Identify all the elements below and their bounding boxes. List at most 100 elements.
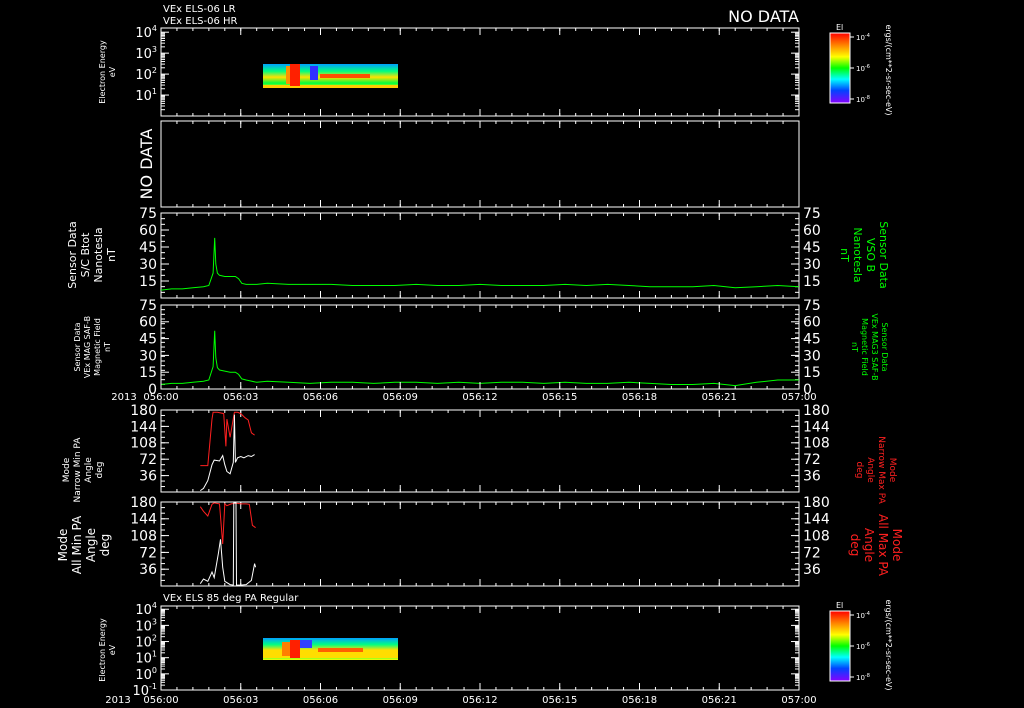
header-no-data: NO DATA: [728, 7, 799, 26]
log-ytick-label: 101: [135, 650, 157, 667]
log-ytick-exp: 4: [152, 24, 157, 33]
colorbar-tick-base: 10: [856, 96, 865, 104]
colorbar-tick-exp: -8: [865, 673, 870, 679]
mag-btot-left-label-4: nT: [105, 248, 118, 262]
all-pa-left-label-4: deg: [98, 534, 112, 557]
log-ytick-exp: 1: [152, 87, 157, 96]
log-ytick-label: 103: [135, 617, 157, 634]
xtick-label: 056:03: [223, 695, 258, 706]
spectrogram-top-gap: [310, 66, 318, 80]
xtick-label: 056:12: [462, 695, 497, 706]
narrow-pa-right-label-4: deg: [854, 462, 864, 479]
mag-safb-series-line: [160, 330, 799, 387]
ytick-label-left: 60: [139, 315, 157, 331]
narrow-pa-right-label-1: Mode: [887, 458, 897, 483]
spectrogram-bottom-stripe: [318, 648, 363, 652]
colorbar-tick-base: 10: [856, 674, 865, 682]
narrow-max-pa-line: [200, 411, 255, 467]
log-ytick-base: 10: [135, 68, 152, 83]
narrow-pa-left-label-2: Narrow Min PA: [73, 437, 83, 503]
xtick-label: 056:12: [462, 392, 497, 403]
spectrogram-bottom-ylabel-2: eV: [108, 644, 117, 655]
x-axis-1-ticks: 056:00 056:03 056:06 056:09 056:12 056:15 056:…: [143, 28, 817, 690]
colorbar-top-units: ergs/(cm**2-sr-sec-eV): [884, 24, 893, 115]
log-ytick-exp: 2: [152, 66, 157, 75]
log-ytick-label: 104: [135, 601, 157, 618]
colorbar-top-bar: [829, 32, 851, 104]
mag-safb-left-label-3: Magnetic Field: [93, 318, 102, 376]
ytick-label-left: 180: [130, 403, 157, 419]
x-axis-1-year: 2013: [111, 392, 136, 403]
ytick-label-left: 60: [139, 223, 157, 239]
mag-safb-right-label-2: VEx MAG3 SAF-B: [870, 313, 879, 380]
log-ytick-label: 101: [135, 87, 157, 104]
ytick-label-right: 15: [803, 274, 821, 290]
all-pa-left-label-3: Angle: [84, 528, 98, 562]
ytick-label-right: 72: [803, 452, 821, 468]
narrow-pa-left-label-3: Angle: [84, 457, 94, 483]
spectrogram-top-data: [263, 64, 398, 88]
ytick-label-right: 180: [803, 495, 830, 511]
ytick-label-right: 75: [803, 298, 821, 314]
xtick-label: 056:21: [702, 695, 737, 706]
panel-6-frame: [160, 501, 800, 587]
log-ytick-exp: 0: [152, 666, 157, 675]
xtick-label: 056:18: [622, 392, 657, 403]
ytick-label-left: 144: [130, 419, 157, 435]
panel-4-frame: [160, 304, 800, 390]
log-ytick-base: 10: [135, 26, 152, 41]
colorbar-bottom-ticks: 10-410-610-8: [850, 611, 870, 682]
mag-btot-right-label-2: VSO B: [864, 238, 877, 272]
plot-root: VEx ELS-06 LR VEx ELS-06 HR NO DATA Elec…: [0, 0, 1024, 708]
ytick-label-left: 36: [139, 469, 157, 485]
log-ytick-exp: 2: [152, 634, 157, 643]
colorbar-tick-base: 10: [856, 34, 865, 42]
spectrogram-bottom-burst: [290, 640, 300, 658]
spectrogram-bottom-title: VEx ELS 85 deg PA Regular: [163, 593, 299, 604]
spectrogram-bottom-gap: [300, 640, 312, 648]
log-ytick-label: 100: [135, 666, 157, 683]
xtick-label: 057:00: [781, 392, 816, 403]
ytick-label-right: 108: [803, 529, 830, 545]
log-ytick-exp: 3: [152, 45, 157, 54]
mag-btot-right-label-3: Nanotesla: [851, 227, 864, 282]
colorbar-top: El 10-410-610-8 ergs/(cm**2-sr-sec-eV): [829, 23, 893, 116]
all-pa-right-label-3: Angle: [862, 528, 876, 562]
ytick-label-right: 60: [803, 223, 821, 239]
log-ytick-base: 10: [135, 652, 152, 667]
log-ytick-label: 102: [135, 634, 157, 651]
narrow-pa-right-label-2: Narrow Max PA: [876, 436, 886, 504]
spectrogram-top-burst: [290, 64, 300, 86]
spectrogram-top-ylabel-2: eV: [108, 66, 117, 77]
all-pa-left-label-2: All Min PA: [70, 515, 84, 574]
colorbar-tick-label: 10-4: [856, 611, 870, 620]
log-ytick-base: 10: [135, 89, 152, 104]
colorbar-top-label: El: [836, 23, 843, 32]
ytick-label-left: 15: [139, 365, 157, 381]
xtick-label: 056:09: [383, 695, 418, 706]
colorbar-bottom-bar: [829, 610, 851, 682]
log-ytick-exp: 1: [152, 650, 157, 659]
colorbar-tick-exp: -4: [865, 611, 870, 617]
xtick-label: 056:00: [143, 695, 178, 706]
ytick-label-right: 36: [803, 469, 821, 485]
colorbar-tick-exp: -6: [865, 64, 870, 70]
colorbar-tick-label: 10-8: [856, 673, 870, 682]
spectrogram-bottom-yticks: 10410310210110010-1: [132, 601, 799, 699]
colorbar-tick-exp: -8: [865, 95, 870, 101]
all-max-pa-line: [199, 502, 256, 545]
ytick-label-left: 144: [130, 512, 157, 528]
header-title-line-2: VEx ELS-06 HR: [163, 16, 238, 27]
narrow-min-pa-line: [200, 414, 255, 492]
mag-btot-left-label-1: Sensor Data: [66, 221, 79, 288]
xtick-label: 056:06: [303, 392, 338, 403]
panel-1-frame: [160, 27, 800, 117]
narrow-pa-right-label-3: Angle: [865, 457, 875, 483]
mag-safb-right-label-4: nT: [850, 342, 859, 352]
ytick-label-left: 108: [130, 529, 157, 545]
ytick-label-right: 36: [803, 562, 821, 578]
mag-safb-left-label-1: Sensor Data: [73, 322, 82, 371]
ytick-label-right: 75: [803, 206, 821, 222]
spectrogram-top-stripe: [320, 74, 370, 78]
panel-mag-safb: 75 7560 6045 4530 3015 150 0 Sensor Data VEx M…: [73, 298, 889, 398]
